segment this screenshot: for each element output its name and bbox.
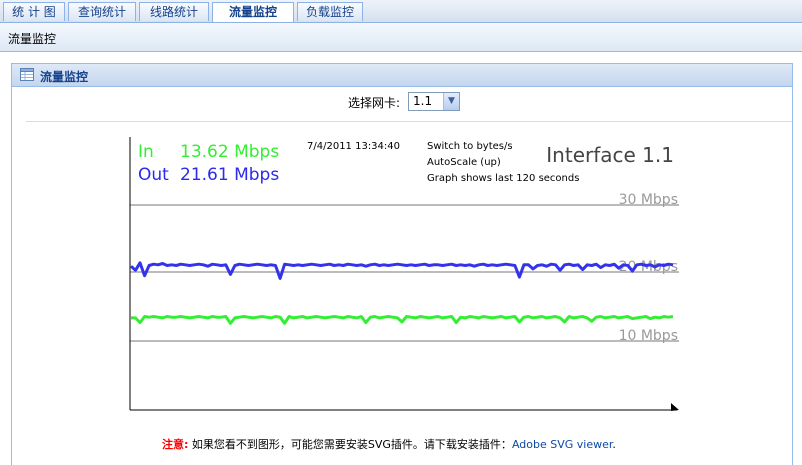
autoscale-toggle[interactable]: AutoScale (up) [427,157,501,168]
series-line-in [131,315,674,325]
gridline-label-30: 30 Mbps [619,192,678,208]
traffic-monitor-panel: 流量监控 选择网卡: 1.1 ▼ 30 Mbps 20 Mbps 10 Mbps… [11,63,793,465]
table-icon [20,68,34,81]
in-value: 13.62 Mbps [180,142,279,162]
tab-load-monitor[interactable]: 负载监控 [297,2,363,21]
notice-end: . [612,438,616,451]
gridline-label-10: 10 Mbps [619,328,678,344]
tab-query-statistics[interactable]: 查询统计 [68,2,136,21]
axis-corner-arrow [671,403,679,411]
tab-traffic-monitor[interactable]: 流量监控 [212,2,294,22]
nic-select-value: 1.1 [413,94,433,108]
panel-header: 流量监控 [12,64,792,87]
notice-text: 如果您看不到图形，可能您需要安装SVG插件。请下载安装插件： [191,438,512,451]
interface-title: Interface 1.1 [546,143,674,167]
in-label: In [138,142,154,162]
chevron-down-icon[interactable]: ▼ [443,93,459,110]
panel-title: 流量监控 [40,70,89,84]
nic-select[interactable]: 1.1 ▼ [408,92,460,111]
tab-line-statistics[interactable]: 线路统计 [139,2,209,21]
traffic-graph: 30 Mbps 20 Mbps 10 Mbps In 13.62 Mbps Ou… [129,137,679,411]
tab-statistics-chart[interactable]: 统 计 图 [3,2,65,21]
graph-window-note: Graph shows last 120 seconds [427,173,579,184]
notice-warning: 注意: [162,438,189,451]
adobe-svg-viewer-link[interactable]: Adobe SVG viewer [512,438,612,451]
breadcrumb: 流量监控 [8,32,57,46]
out-value: 21.61 Mbps [180,165,279,185]
switch-units-link[interactable]: Switch to bytes/s [427,141,513,152]
series-line-out [129,261,674,280]
out-label: Out [138,165,169,185]
svg-plugin-notice: 注意: 如果您看不到图形，可能您需要安装SVG插件。请下载安装插件：Adobe … [162,436,616,452]
tab-bar: 统 计 图 查询统计 线路统计 流量监控 负载监控 [0,0,802,23]
breadcrumb-bar: 流量监控 [0,23,802,52]
timestamp: 7/4/2011 13:34:40 [307,141,400,152]
nic-select-label: 选择网卡: [348,96,401,110]
divider [26,121,792,122]
